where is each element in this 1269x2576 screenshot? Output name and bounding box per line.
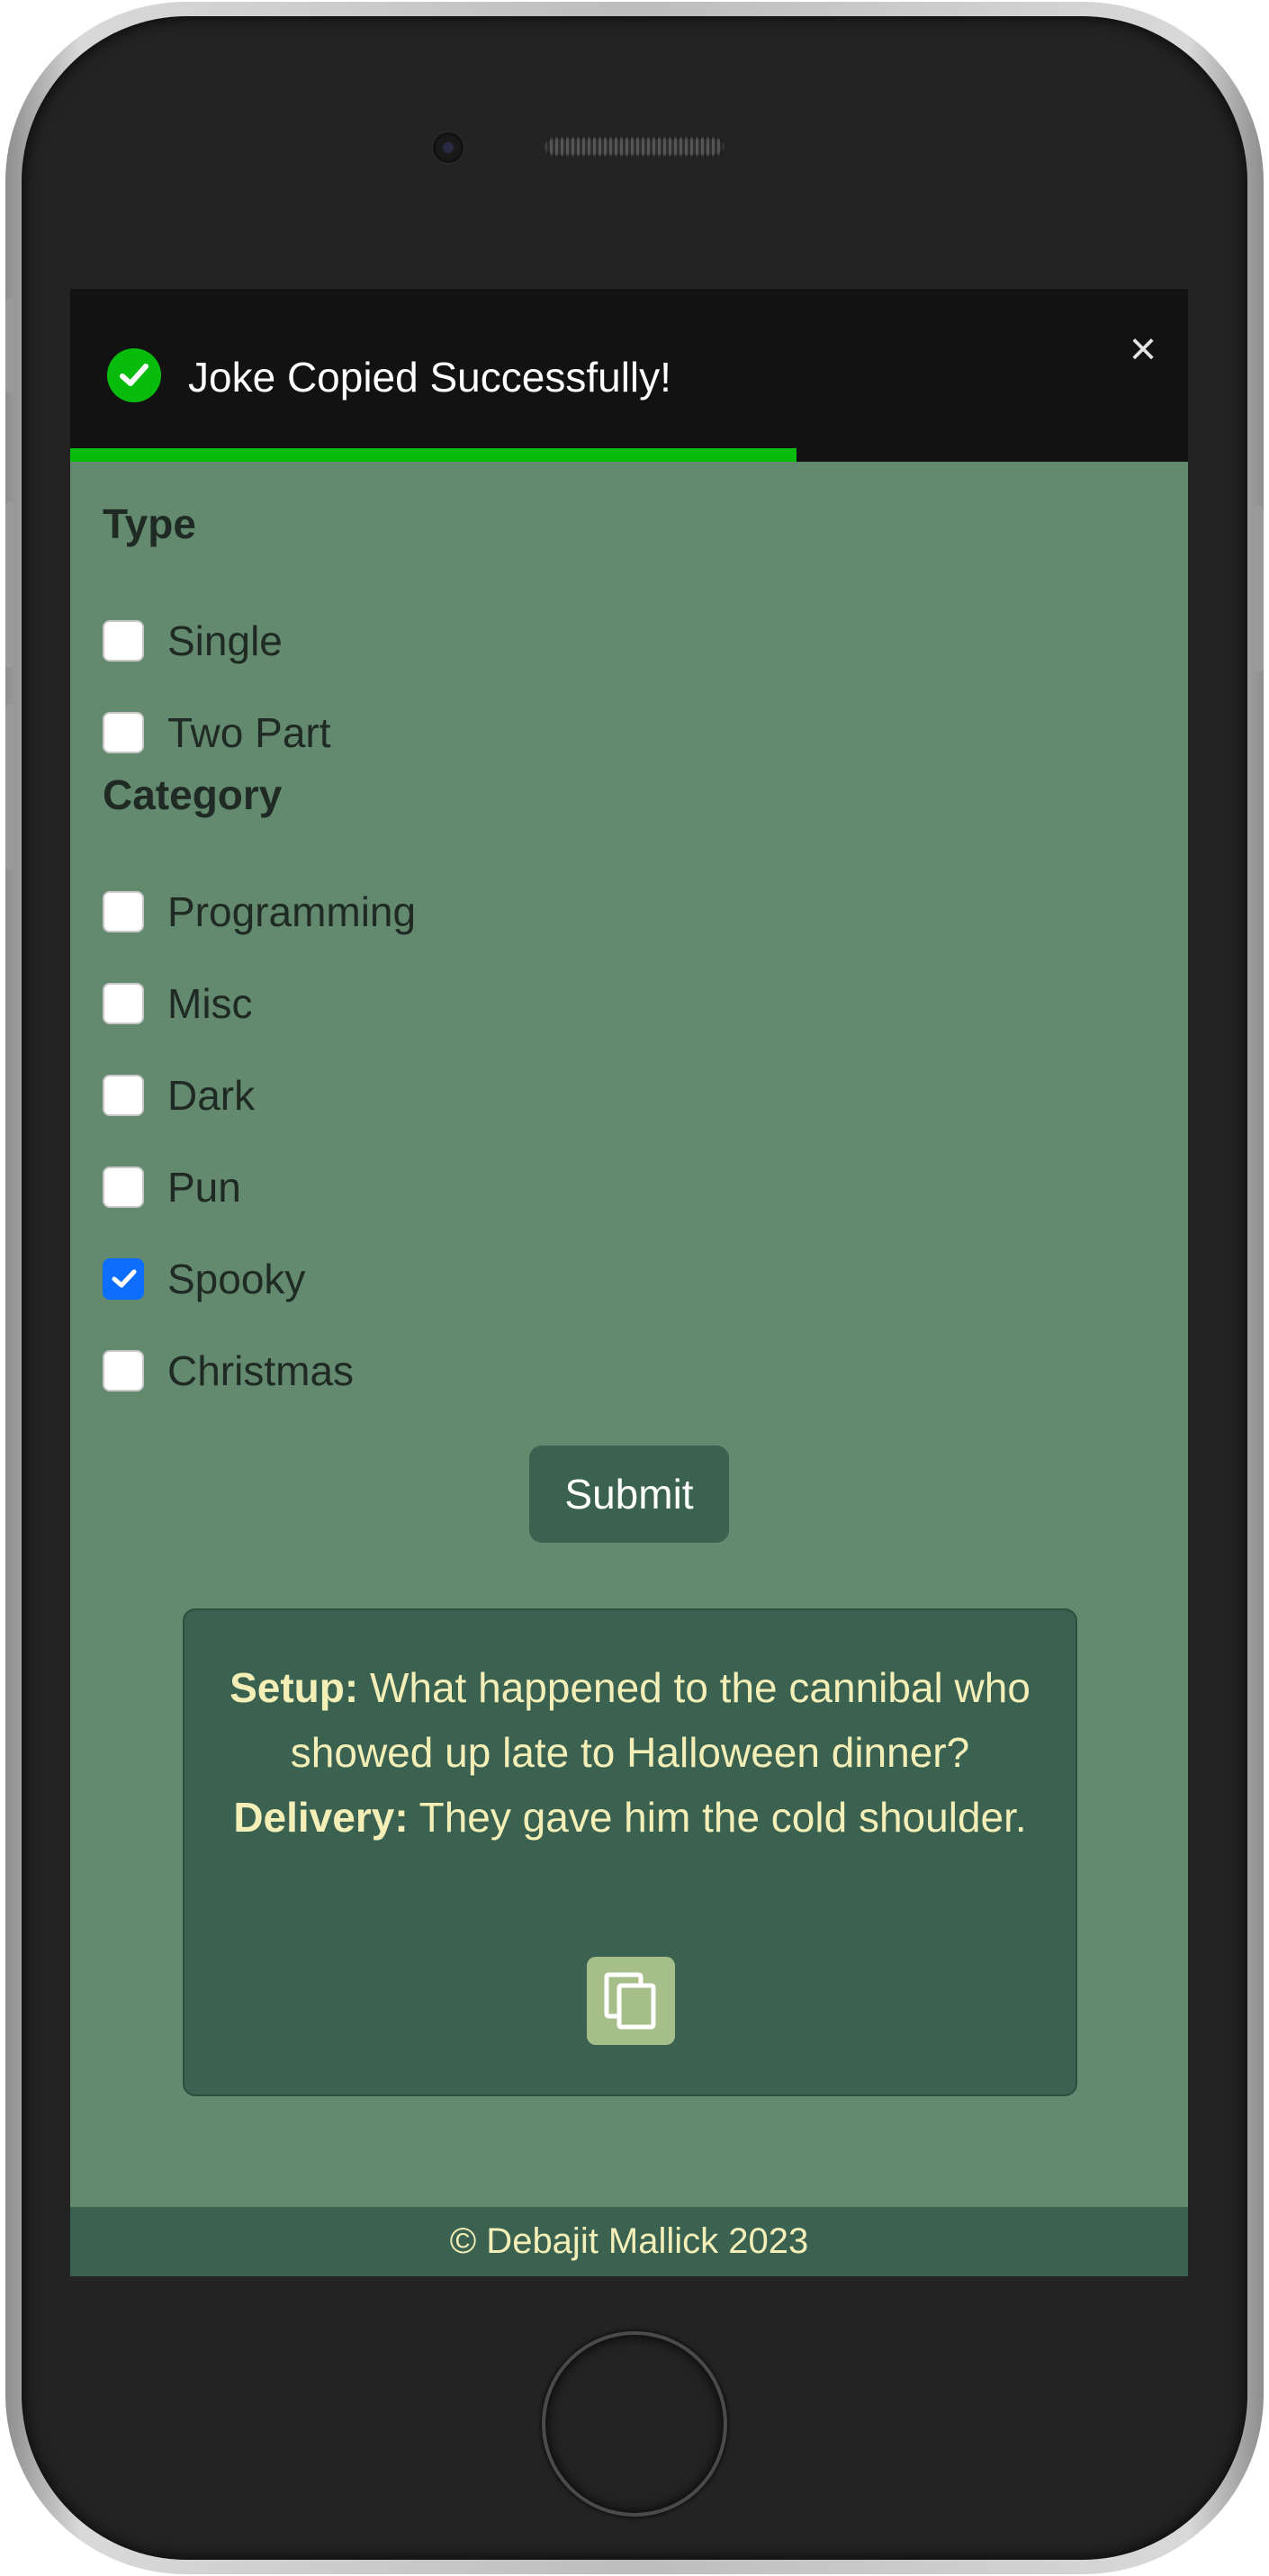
joke-card: Setup: What happened to the cannibal who…	[183, 1608, 1077, 2096]
check-icon	[112, 1269, 137, 1288]
misc-label[interactable]: Misc	[167, 978, 253, 1029]
single-checkbox[interactable]	[103, 620, 144, 662]
toast-notification: Joke Copied Successfully! ×	[70, 289, 1188, 462]
earpiece-speaker	[544, 137, 724, 157]
christmas-checkbox[interactable]	[103, 1350, 144, 1392]
pun-label[interactable]: Pun	[167, 1162, 241, 1212]
front-camera	[433, 132, 464, 163]
checkbox-row-dark[interactable]: Dark	[103, 1068, 255, 1122]
type-heading: Type	[103, 500, 196, 547]
pun-checkbox[interactable]	[103, 1166, 144, 1208]
close-icon[interactable]: ×	[1120, 326, 1166, 373]
check-circle-icon	[107, 348, 161, 402]
spooky-label[interactable]: Spooky	[167, 1254, 305, 1304]
copy-button[interactable]	[587, 1957, 675, 2045]
footer: © Debajit Mallick 2023	[70, 2207, 1188, 2276]
app-screen: Joke Copied Successfully! × Type Single …	[70, 289, 1188, 2276]
submit-button[interactable]: Submit	[529, 1446, 729, 1543]
checkbox-row-spooky[interactable]: Spooky	[103, 1252, 305, 1306]
footer-copyright: © Debajit Mallick 2023	[449, 2221, 809, 2261]
misc-checkbox[interactable]	[103, 983, 144, 1024]
dark-label[interactable]: Dark	[167, 1070, 255, 1121]
joke-setup: What happened to the cannibal who showed…	[290, 1664, 1030, 1776]
power-button	[1253, 506, 1264, 672]
delivery-label: Delivery:	[233, 1794, 409, 1841]
dark-checkbox[interactable]	[103, 1075, 144, 1116]
toast-message: Joke Copied Successfully!	[188, 354, 671, 401]
checkbox-row-programming[interactable]: Programming	[103, 885, 416, 939]
volume-down-button	[5, 704, 14, 870]
checkbox-row-misc[interactable]: Misc	[103, 977, 253, 1031]
volume-up-button	[5, 501, 14, 668]
checkbox-row-christmas[interactable]: Christmas	[103, 1344, 354, 1398]
joke-text: Setup: What happened to the cannibal who…	[212, 1655, 1048, 1850]
christmas-label[interactable]: Christmas	[167, 1346, 354, 1396]
copy-icon	[604, 1972, 656, 2030]
category-heading: Category	[103, 771, 283, 818]
spooky-checkbox[interactable]	[103, 1258, 144, 1300]
checkbox-row-pun[interactable]: Pun	[103, 1160, 241, 1214]
single-label[interactable]: Single	[167, 616, 283, 666]
checkbox-row-two-part[interactable]: Two Part	[103, 706, 331, 760]
setup-label: Setup:	[230, 1664, 359, 1711]
programming-label[interactable]: Programming	[167, 887, 416, 937]
toast-progress-bar	[70, 448, 797, 462]
checkbox-row-single[interactable]: Single	[103, 614, 283, 668]
two-part-checkbox[interactable]	[103, 712, 144, 753]
home-button	[542, 2331, 727, 2517]
programming-checkbox[interactable]	[103, 891, 144, 932]
joke-delivery: They gave him the cold shoulder.	[418, 1794, 1027, 1841]
two-part-label[interactable]: Two Part	[167, 707, 331, 758]
mute-switch	[5, 299, 14, 393]
